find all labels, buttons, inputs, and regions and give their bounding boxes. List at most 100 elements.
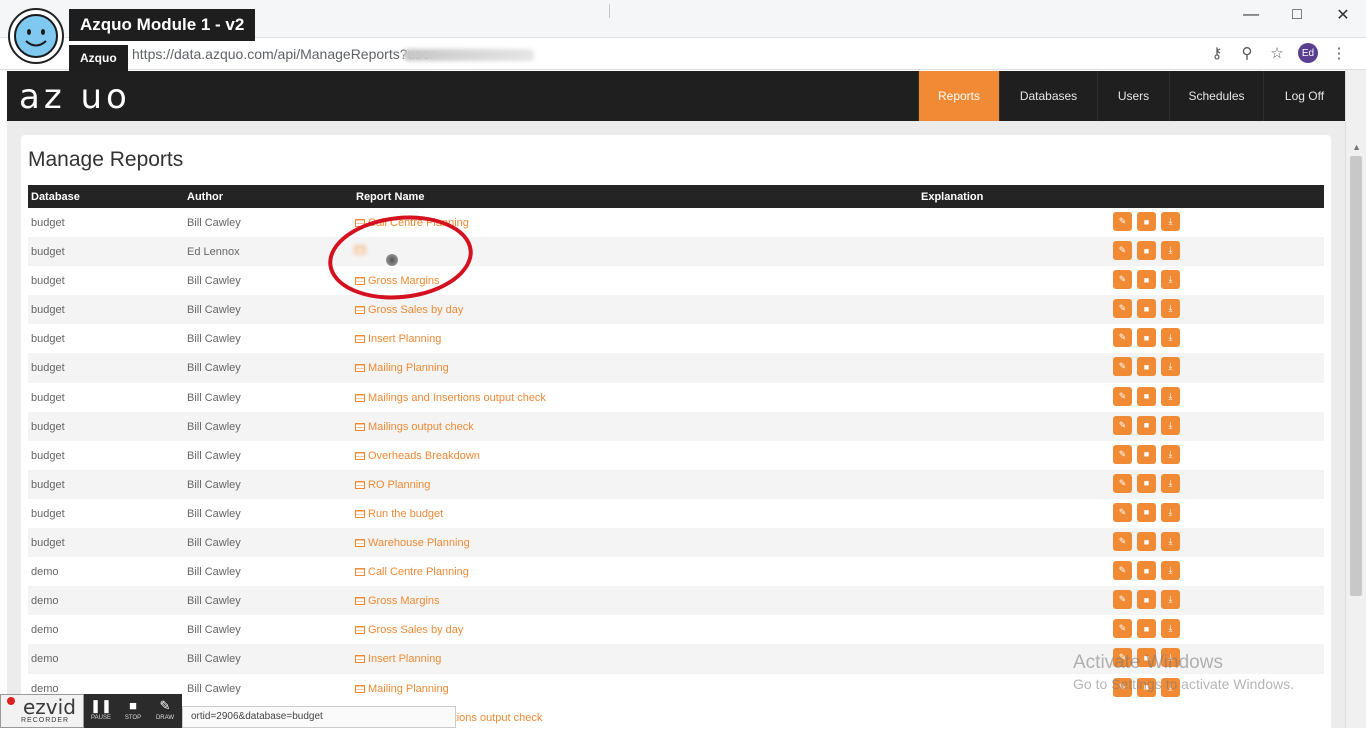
star-icon[interactable]: ☆ <box>1268 43 1286 63</box>
edit-button[interactable]: ✎ <box>1113 241 1132 261</box>
nav-log-off[interactable]: Log Off <box>1263 71 1345 121</box>
edit-button[interactable]: ✎ <box>1113 561 1132 581</box>
delete-button[interactable]: ■ <box>1137 386 1156 406</box>
page-title: Manage Reports <box>28 148 184 171</box>
menu-kebab-icon[interactable]: ⋮ <box>1330 43 1348 63</box>
edit-button[interactable]: ✎ <box>1113 502 1132 522</box>
draw-label: DRAW <box>155 715 175 721</box>
nav-reports[interactable]: Reports <box>918 71 999 121</box>
edit-button[interactable]: ✎ <box>1113 386 1132 406</box>
edit-button[interactable]: ✎ <box>1113 212 1132 231</box>
download-button[interactable]: ⤓ <box>1161 270 1180 290</box>
download-button[interactable]: ⤓ <box>1161 357 1180 377</box>
edit-button[interactable]: ✎ <box>1113 590 1132 610</box>
download-button[interactable]: ⤓ <box>1161 619 1180 639</box>
maximize-icon[interactable]: □ <box>1274 0 1320 30</box>
azquo-logo[interactable]: az uo <box>19 77 131 117</box>
download-button[interactable]: ⤓ <box>1161 532 1180 552</box>
delete-button[interactable]: ■ <box>1137 212 1156 231</box>
report-name-label: Mailings output check <box>368 420 474 433</box>
url-text[interactable]: https://data.azquo.com/api/ManageReports… <box>132 46 435 62</box>
close-icon[interactable]: ✕ <box>1320 0 1366 30</box>
scroll-up-arrow-icon[interactable]: ▲ <box>1352 142 1361 152</box>
stop-icon: ■ <box>129 698 137 713</box>
download-button[interactable]: ⤓ <box>1161 502 1180 522</box>
edit-button[interactable]: ✎ <box>1113 299 1132 319</box>
report-link[interactable]: Insert Planning <box>355 653 441 665</box>
table-row: budget Bill Cawley RO Planning ✎ ■ ⤓ <box>28 469 1324 499</box>
delete-button[interactable]: ■ <box>1137 357 1156 377</box>
delete-button[interactable]: ■ <box>1137 532 1156 552</box>
header-author[interactable]: Author <box>187 191 223 203</box>
table-row: budget Bill Cawley Insert Planning ✎ ■ ⤓ <box>28 324 1324 353</box>
report-link[interactable]: Gross Sales by day <box>355 624 463 636</box>
edit-button[interactable]: ✎ <box>1113 619 1132 639</box>
report-link[interactable]: Call Centre Planning <box>355 566 469 578</box>
header-explanation[interactable]: Explanation <box>921 191 983 203</box>
download-button[interactable]: ⤓ <box>1161 473 1180 493</box>
download-button[interactable]: ⤓ <box>1161 328 1180 348</box>
video-channel-name[interactable]: Azquo <box>69 45 128 71</box>
delete-button[interactable]: ■ <box>1137 299 1156 319</box>
nav-menu: Reports Databases Users Schedules Log Of… <box>918 71 1345 121</box>
delete-button[interactable]: ■ <box>1137 415 1156 435</box>
header-database[interactable]: Database <box>31 191 80 203</box>
key-icon[interactable]: ⚷ <box>1208 43 1226 63</box>
nav-users[interactable]: Users <box>1097 71 1169 121</box>
report-link[interactable]: Warehouse Planning <box>355 537 470 549</box>
report-link[interactable]: Mailings and Insertions output check <box>355 392 546 404</box>
delete-button[interactable]: ■ <box>1137 502 1156 522</box>
partial-report-link[interactable]: rtions output check <box>450 712 542 724</box>
download-button[interactable]: ⤓ <box>1161 299 1180 319</box>
video-title[interactable]: Azquo Module 1 - v2 <box>69 9 256 41</box>
delete-button[interactable]: ■ <box>1137 619 1156 639</box>
report-link[interactable]: Mailing Planning <box>355 683 449 695</box>
nav-databases[interactable]: Databases <box>999 71 1097 121</box>
scroll-thumb[interactable] <box>1350 156 1362 596</box>
pause-button[interactable]: ❚❚ PAUSE <box>86 697 116 725</box>
report-link[interactable]: Mailing Planning <box>355 362 449 374</box>
edit-button[interactable]: ✎ <box>1113 415 1132 435</box>
edit-button[interactable]: ✎ <box>1113 532 1132 552</box>
download-button[interactable]: ⤓ <box>1161 561 1180 581</box>
download-button[interactable]: ⤓ <box>1161 386 1180 406</box>
download-button[interactable]: ⤓ <box>1161 415 1180 435</box>
download-button[interactable]: ⤓ <box>1161 444 1180 464</box>
nav-schedules[interactable]: Schedules <box>1169 71 1263 121</box>
zoom-icon[interactable]: ⚲ <box>1238 43 1256 63</box>
report-link[interactable]: Mailings output check <box>355 421 474 433</box>
report-link[interactable]: Gross Margins <box>355 595 440 607</box>
ezvid-recorder: ezvid RECORDER ❚❚ PAUSE ■ STOP ✎ DRAW <box>0 694 182 728</box>
delete-button[interactable]: ■ <box>1137 270 1156 290</box>
page-scrollbar[interactable]: ▲ <box>1345 70 1366 728</box>
download-button[interactable]: ⤓ <box>1161 241 1180 261</box>
edit-button[interactable]: ✎ <box>1113 473 1132 493</box>
edit-button[interactable]: ✎ <box>1113 328 1132 348</box>
delete-button[interactable]: ■ <box>1137 473 1156 493</box>
profile-avatar[interactable]: Ed <box>1298 43 1318 63</box>
cell-author: Bill Cawley <box>187 653 241 666</box>
report-link[interactable]: Run the budget <box>355 508 443 520</box>
delete-button[interactable]: ■ <box>1137 328 1156 348</box>
status-bar-url: ortid=2906&database=budget <box>182 706 456 728</box>
channel-avatar[interactable] <box>8 8 64 64</box>
cell-author: Bill Cawley <box>187 391 241 404</box>
report-link[interactable]: Overheads Breakdown <box>355 450 480 462</box>
report-link[interactable]: Insert Planning <box>355 333 441 345</box>
report-link[interactable]: Gross Sales by day <box>355 304 463 316</box>
report-link[interactable]: RO Planning <box>355 479 430 491</box>
header-report-name[interactable]: Report Name <box>356 191 424 203</box>
download-button[interactable]: ⤓ <box>1161 212 1180 231</box>
stop-button[interactable]: ■ STOP <box>118 697 148 725</box>
delete-button[interactable]: ■ <box>1137 241 1156 261</box>
download-button[interactable]: ⤓ <box>1161 590 1180 610</box>
draw-button[interactable]: ✎ DRAW <box>150 697 180 725</box>
delete-button[interactable]: ■ <box>1137 444 1156 464</box>
edit-button[interactable]: ✎ <box>1113 357 1132 377</box>
edit-button[interactable]: ✎ <box>1113 444 1132 464</box>
delete-button[interactable]: ■ <box>1137 561 1156 581</box>
edit-button[interactable]: ✎ <box>1113 270 1132 290</box>
minimize-icon[interactable]: — <box>1228 0 1274 30</box>
report-name-label: Warehouse Planning <box>368 537 470 550</box>
delete-button[interactable]: ■ <box>1137 590 1156 610</box>
